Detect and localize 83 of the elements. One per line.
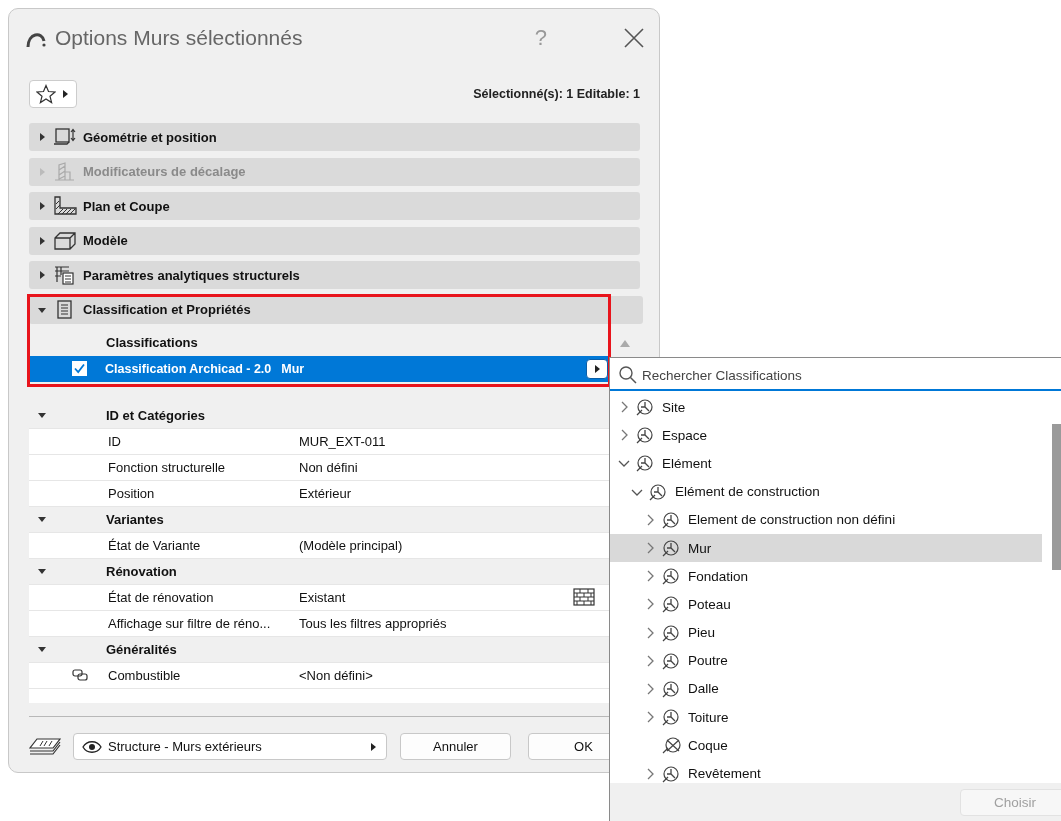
close-icon[interactable] (623, 26, 645, 49)
hatched-corner-icon (53, 196, 77, 217)
circled-branch-icon (636, 398, 656, 417)
classification-row[interactable]: Classification Archicad - 2.0 Mur (29, 355, 609, 382)
property-value: (Modèle principal) (299, 537, 404, 553)
property-value: <Non défini> (299, 667, 374, 683)
panel-header[interactable]: Géométrie et position (29, 123, 640, 151)
property-value: MUR_EXT-011 (299, 433, 387, 449)
panel-header[interactable]: Classification et Propriétés (29, 295, 643, 324)
circled-branch-icon (649, 482, 669, 501)
caret-right-icon[interactable] (37, 201, 47, 212)
property-label: ID (108, 433, 122, 449)
circled-branch-icon (662, 764, 682, 783)
layer-dropdown[interactable]: Structure - Murs extérieurs (73, 733, 387, 761)
property-label: État de Variante (108, 537, 202, 553)
classification-value: Mur (281, 361, 306, 376)
circled-branch-icon (662, 708, 682, 727)
window-title: Options Murs sélectionnés (55, 25, 304, 50)
classification-system: Classification Archicad - 2.0 (105, 361, 272, 376)
star-icon (36, 84, 56, 104)
circled-branch-icon (662, 651, 682, 670)
property-value: Extérieur (299, 485, 353, 501)
tree-item[interactable]: Poteau (610, 590, 1042, 619)
tree-item[interactable]: Fondation (610, 562, 1042, 591)
group-title: Variantes (106, 511, 164, 527)
panel-header: Modificateurs de décalage (29, 157, 640, 186)
group-title: ID et Catégories (106, 407, 205, 423)
tree-item[interactable]: Site (610, 393, 1042, 422)
layer-stack-icon (29, 735, 61, 758)
caret-icon (592, 363, 602, 374)
eye-icon (82, 739, 102, 754)
circled-branch-icon (662, 623, 682, 642)
search-field[interactable]: Rechercher Classifications (642, 362, 1061, 388)
property-value: Tous les filtres appropriés (299, 615, 448, 631)
circled-branch-icon (662, 595, 682, 614)
property-label: Affichage sur filtre de réno... (108, 615, 272, 631)
frame-arrow-icon (53, 127, 77, 147)
panel-header[interactable]: Plan et Coupe (29, 192, 640, 221)
property-label: Combustible (108, 667, 182, 683)
tree-item[interactable]: Poutre (610, 646, 1042, 675)
circled-branch-icon (662, 567, 682, 586)
selection-info: Sélectionné(s): 1 Editable: 1 (473, 87, 640, 101)
brick-wall-icon (573, 588, 596, 607)
caret-icon (368, 741, 378, 752)
tree-item[interactable]: Toiture (610, 703, 1042, 732)
tree-item[interactable]: Elément de construction (610, 477, 1042, 506)
tree-item[interactable]: Element de construction non défini (610, 505, 1042, 534)
tree-item[interactable]: Espace (610, 421, 1042, 450)
favorites-button[interactable] (29, 80, 77, 108)
tree-item[interactable]: Pieu (610, 618, 1042, 647)
group-title: Rénovation (106, 563, 177, 579)
caret-right-icon[interactable] (37, 270, 47, 281)
caret-right-icon[interactable] (37, 235, 47, 246)
circled-branch-icon (636, 426, 656, 445)
group-title: Généralités (106, 641, 177, 657)
property-label: Position (108, 485, 156, 501)
panel-header[interactable]: Paramètres analytiques structurels (29, 261, 640, 290)
link-icon (72, 669, 88, 682)
scrollbar-thumb[interactable] (1052, 424, 1061, 570)
section-heading: Classifications (105, 333, 199, 352)
property-value: Non défini (299, 459, 359, 475)
caret-icon (60, 89, 70, 99)
tree-item[interactable]: Elément (610, 449, 1042, 478)
tree-item[interactable]: Dalle (610, 674, 1042, 704)
crossed-circle-icon (662, 736, 682, 755)
checkbox[interactable] (72, 361, 87, 377)
property-value: Existant (299, 589, 347, 605)
circled-branch-icon (662, 510, 682, 529)
caret-right-icon[interactable] (37, 132, 47, 142)
grid-document-icon (53, 265, 77, 286)
search-icon (618, 365, 638, 385)
circled-branch-icon (636, 454, 656, 473)
hatched-column-icon (53, 161, 77, 182)
dialog-button[interactable]: Annuler (400, 733, 511, 761)
tree-item[interactable]: Mur (610, 533, 1042, 563)
circled-branch-icon (662, 539, 682, 558)
panel-header[interactable]: Modèle (29, 226, 640, 255)
box-icon (53, 230, 77, 251)
property-label: Fonction structurelle (108, 459, 227, 475)
tree-item[interactable]: Revêtement (610, 759, 1042, 783)
circled-branch-icon (662, 679, 682, 698)
expand-button[interactable] (586, 358, 608, 379)
property-label: État de rénovation (108, 589, 215, 605)
